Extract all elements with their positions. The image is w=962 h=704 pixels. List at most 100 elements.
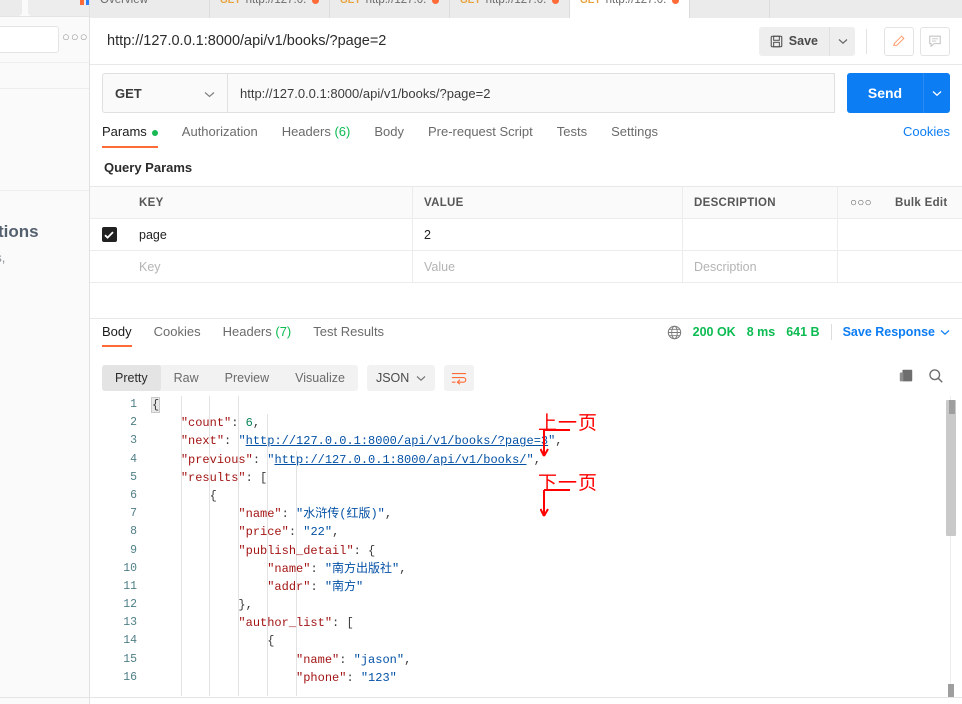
json-token: "123" [360, 670, 397, 685]
tab-badge: (6) [330, 124, 351, 139]
collections-heading: Collections [0, 222, 39, 241]
cookies-link[interactable]: Cookies [903, 124, 950, 139]
params-header-value[interactable]: VALUE [413, 187, 683, 218]
annotation-arrow-1 [540, 489, 570, 517]
response-view-pretty[interactable]: Pretty [102, 365, 161, 391]
tab-label: Authorization [181, 124, 258, 139]
json-line: "addr": "南方" [148, 578, 962, 596]
request-tab-2[interactable]: GET http://127.0... [330, 0, 450, 18]
params-header-key[interactable]: KEY [128, 187, 413, 218]
import-button[interactable] [28, 0, 89, 16]
sidebar-top-buttons [0, 0, 89, 16]
sidebar-more-icon[interactable]: ○○○ [62, 30, 89, 44]
json-token: : [310, 561, 325, 576]
param-key-input[interactable]: page [128, 219, 413, 250]
checkbox-checked-icon [101, 227, 117, 242]
json-line: "price": "22", [148, 523, 962, 541]
request-tab-tests[interactable]: Tests [557, 124, 587, 148]
tab-label: Body [374, 124, 404, 139]
save-button[interactable]: Save [758, 26, 829, 56]
bulk-edit-button[interactable]: Bulk Edit [884, 187, 962, 218]
save-response-button[interactable]: Save Response [843, 325, 950, 339]
json-line: "name": "南方出版社", [148, 560, 962, 578]
json-token: "price" [238, 525, 289, 540]
tab-label: http://127.0... [485, 0, 547, 6]
json-line: "author_list": [ [148, 614, 962, 632]
json-token[interactable]: http://127.0.0.1:8000/api/v1/books/?page… [246, 434, 548, 448]
response-tab-headers[interactable]: Headers (7) [223, 324, 292, 347]
response-size: 641 B [786, 325, 820, 339]
query-params-table: KEY VALUE DESCRIPTION ○○○ Bulk Edit page 2 Key V… [90, 186, 962, 283]
param-value-input[interactable]: 2 [413, 219, 683, 250]
line-number: 13 [123, 616, 137, 630]
request-tab-body[interactable]: Body [374, 124, 404, 148]
json-token: "name" [238, 507, 282, 522]
request-tab-0[interactable]: Overview [90, 0, 210, 18]
edit-request-button[interactable] [884, 26, 914, 56]
json-token: : { [353, 543, 376, 558]
response-tab-test-results[interactable]: Test Results [313, 324, 384, 347]
comments-button[interactable] [920, 26, 950, 56]
params-placeholder-spacer[interactable] [884, 251, 962, 282]
request-tab-pre-request-script[interactable]: Pre-request Script [428, 124, 533, 148]
sidebar-search-input[interactable] [0, 26, 59, 53]
params-more-icon[interactable]: ○○○ [838, 187, 884, 218]
http-method-select[interactable]: GET [102, 73, 227, 113]
search-body-button[interactable] [928, 368, 944, 389]
json-token: 6 [245, 416, 253, 431]
http-method-label: GET [115, 85, 142, 101]
response-view-visualize[interactable]: Visualize [282, 365, 358, 391]
request-tab-4[interactable]: GET http://127.0... [570, 0, 690, 18]
scrollbar-thumb[interactable] [946, 400, 956, 536]
request-tab-authorization[interactable]: Authorization [182, 124, 258, 148]
word-wrap-button[interactable] [444, 365, 475, 391]
params-placeholder-checkbox[interactable] [90, 251, 128, 282]
response-tools [898, 368, 950, 389]
params-placeholder-more[interactable] [838, 251, 884, 282]
send-button[interactable]: Send [847, 73, 923, 113]
line-number: 11 [123, 579, 137, 593]
request-tab-params[interactable]: Params [102, 124, 158, 148]
request-tab-settings[interactable]: Settings [611, 124, 658, 148]
request-url-row: GET http://127.0.0.1:8000/api/v1/books/?… [90, 73, 962, 113]
new-tab-button[interactable] [690, 0, 770, 18]
params-row-spacer[interactable] [884, 219, 962, 250]
request-tab-3[interactable]: GET http://127.0... [450, 0, 570, 18]
new-button[interactable] [0, 0, 22, 16]
response-view-preview[interactable]: Preview [212, 365, 282, 391]
request-tab-1[interactable]: GET http://127.0... [210, 0, 330, 18]
params-header-checkbox-cell[interactable] [90, 187, 128, 218]
param-description-input[interactable] [683, 219, 838, 250]
line-number: 6 [130, 488, 137, 502]
line-number: 2 [130, 416, 137, 430]
line-number: 14 [123, 634, 137, 648]
json-token: , [252, 416, 261, 431]
json-line: "name": "jason", [148, 651, 962, 669]
url-input[interactable]: http://127.0.0.1:8000/api/v1/books/?page… [227, 73, 835, 113]
json-token[interactable]: http://127.0.0.1:8000/api/v1/books/ [274, 453, 526, 467]
json-line: }, [148, 596, 962, 614]
send-options-button[interactable] [923, 73, 950, 113]
json-token: "author_list" [238, 616, 333, 631]
response-scrollbar[interactable] [946, 396, 956, 698]
param-description-placeholder[interactable]: Description [683, 251, 838, 282]
param-value-placeholder[interactable]: Value [413, 251, 683, 282]
sidebar-rule-1 [0, 62, 89, 63]
params-header-description[interactable]: DESCRIPTION [683, 187, 838, 218]
response-view-raw[interactable]: Raw [161, 365, 212, 391]
response-tab-cookies[interactable]: Cookies [154, 324, 201, 347]
param-enabled-checkbox[interactable] [90, 219, 128, 250]
params-row-more[interactable] [838, 219, 884, 250]
response-body-viewer[interactable]: 1 2 3 4 5 6 7 8 9 10 11 12 13 14 15 16 { "count": 6, "n… [90, 396, 962, 696]
param-key-placeholder[interactable]: Key [128, 251, 413, 282]
request-title[interactable]: http://127.0.0.1:8000/api/v1/books/?page… [107, 33, 386, 49]
save-options-button[interactable] [829, 26, 855, 56]
request-tab-headers[interactable]: Headers (6) [282, 124, 351, 148]
json-token: "name" [267, 561, 311, 576]
orange-marker-icon [80, 0, 84, 5]
response-language-select[interactable]: JSON [366, 365, 436, 391]
response-tab-body[interactable]: Body [102, 324, 132, 347]
copy-button[interactable] [898, 368, 914, 389]
url-input-value: http://127.0.0.1:8000/api/v1/books/?page… [240, 85, 491, 101]
unsaved-dot-icon [312, 0, 319, 4]
